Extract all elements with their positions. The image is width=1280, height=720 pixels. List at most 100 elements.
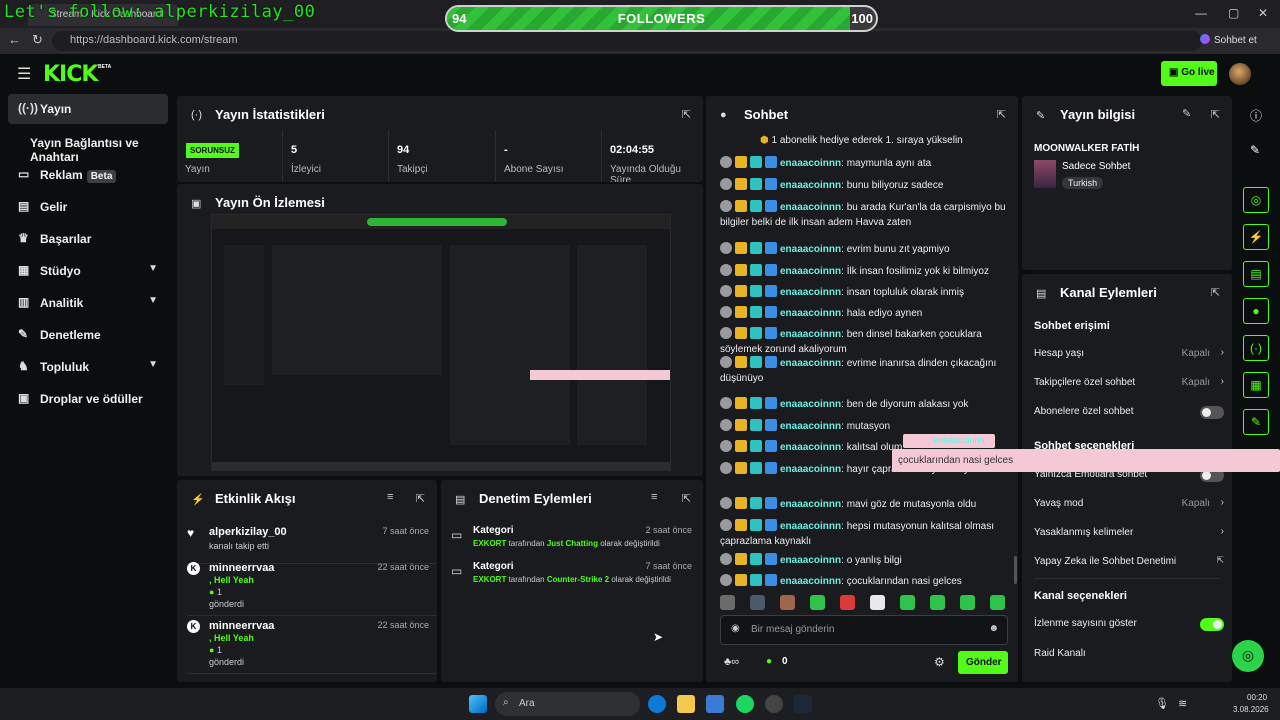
chat-username[interactable]: enaaacoinnn <box>780 421 841 432</box>
emote-icon[interactable] <box>780 595 795 610</box>
emote-icon[interactable] <box>960 595 975 610</box>
pinned-message[interactable]: ⬢ 1 abonelik hediye ederek 1. sıraya yük… <box>760 135 963 146</box>
url-field[interactable]: https://dashboard.kick.com/stream <box>52 31 1202 51</box>
chat-message[interactable]: enaaacoinnn: evrim bunu zıt yapmiyo <box>720 242 1010 257</box>
info-icon[interactable]: ⓘ <box>1250 107 1262 124</box>
sidebar-item-gelir[interactable]: ▤ Gelir <box>8 192 168 222</box>
rail-document-icon[interactable]: ▤ <box>1243 261 1269 287</box>
emote-icon[interactable] <box>810 595 825 610</box>
sidebar-item-stream-key[interactable]: Yayın Bağlantısı ve Anahtarı <box>8 128 168 164</box>
chat-scrollbar[interactable] <box>1014 556 1017 584</box>
chat-username[interactable]: enaaacoinnn <box>780 576 841 587</box>
subs-only-toggle[interactable] <box>1200 406 1224 419</box>
mic-icon[interactable]: 🎙 <box>1155 697 1169 710</box>
support-icon[interactable]: ◎ <box>1232 640 1264 672</box>
chat-username[interactable]: enaaacoinnn <box>780 499 841 510</box>
stream-preview-video[interactable] <box>211 214 671 471</box>
spotify-icon[interactable] <box>736 695 754 713</box>
feed-username[interactable]: minneerrvaa <box>209 620 274 632</box>
emote-icon[interactable] <box>930 595 945 610</box>
rail-chat-icon[interactable]: ● <box>1243 298 1269 324</box>
sidebar-item-studyo[interactable]: ▦ Stüdyo ▼ <box>8 256 168 286</box>
setting-account-age[interactable]: Hesap yaşı Kapalı › <box>1034 347 1224 359</box>
emote-icon[interactable] <box>750 595 765 610</box>
sidebar-item-yayin[interactable]: ((·)) Yayın <box>8 94 168 124</box>
emote-icon[interactable] <box>840 595 855 610</box>
maximize-icon[interactable]: ▢ <box>1228 6 1239 20</box>
windows-start-icon[interactable] <box>469 695 487 713</box>
setting-ai-moderation[interactable]: Yapay Zeka ile Sohbet Denetimi ⇱ <box>1034 555 1224 567</box>
emote-icon[interactable] <box>990 595 1005 610</box>
sidebar-item-topluluk[interactable]: ♞ Topluluk ▼ <box>8 352 168 382</box>
chat-username[interactable]: enaaacoinnn <box>780 555 841 566</box>
chat-username[interactable]: enaaacoinnn <box>780 358 841 369</box>
popout-icon[interactable]: ⇱ <box>997 108 1006 121</box>
chat-message[interactable]: enaaacoinnn: o yanlış bilgi <box>720 553 1010 568</box>
chat-message[interactable]: enaaacoinnn: İlk insan fosilimiz yok ki … <box>720 264 1010 279</box>
chat-username[interactable]: enaaacoinnn <box>780 266 841 277</box>
sidebar-item-basarilar[interactable]: ♛ Başarılar <box>8 224 168 254</box>
store-icon[interactable] <box>706 695 724 713</box>
rail-target-icon[interactable]: ◎ <box>1243 187 1269 213</box>
send-button[interactable]: Gönder <box>958 651 1008 674</box>
chat-username[interactable]: enaaacoinnn <box>780 158 841 169</box>
rail-channel-icon[interactable]: ▦ <box>1243 372 1269 398</box>
clock-time[interactable]: 00:20 <box>1247 693 1267 702</box>
chat-message[interactable]: enaaacoinnn: mutasyon <box>720 419 1010 434</box>
smiley-icon[interactable]: ☻ <box>988 623 999 634</box>
emote-icon[interactable] <box>870 595 885 610</box>
setting-slow-mode[interactable]: Yavaş mod Kapalı › <box>1034 497 1224 509</box>
chat-username[interactable]: enaaacoinnn <box>780 442 841 453</box>
emote-icon[interactable] <box>720 595 735 610</box>
minimize-icon[interactable]: — <box>1195 6 1207 20</box>
setting-banned-words[interactable]: Yasaklanmış kelimeler › <box>1034 526 1224 538</box>
popout-icon[interactable]: ⇱ <box>1211 108 1220 121</box>
chat-message[interactable]: enaaacoinnn: evrime inanırsa dinden çıka… <box>720 356 1010 386</box>
go-live-button[interactable]: ▣ Go live <box>1161 61 1217 86</box>
feed-username[interactable]: alperkizilay_00 <box>209 526 287 538</box>
popout-icon[interactable]: ⇱ <box>682 108 691 121</box>
sidebar-item-analitik[interactable]: ▥ Analitik ▼ <box>8 288 168 318</box>
emote-icon[interactable] <box>900 595 915 610</box>
taskbar-search[interactable]: ⌕ Ara <box>495 692 640 716</box>
chat-username[interactable]: enaaacoinnn <box>780 180 841 191</box>
rail-wrench-icon[interactable]: ✎ <box>1243 409 1269 435</box>
chat-username[interactable]: enaaacoinnn <box>780 399 841 410</box>
pencil-icon[interactable]: ✎ <box>1250 143 1260 157</box>
mod-target[interactable]: Just Chatting <box>547 539 598 548</box>
steam-icon[interactable] <box>794 695 812 713</box>
mod-actor[interactable]: EXKORT <box>473 539 506 548</box>
chat-message[interactable]: enaaacoinnn: mavi göz de mutasyonla oldu <box>720 497 1010 512</box>
show-viewers-toggle[interactable] <box>1200 618 1224 631</box>
chat-message[interactable]: enaaacoinnn: çocuklarından nasi gelces <box>720 574 1010 589</box>
emoji-icon[interactable]: ◉ <box>731 623 740 634</box>
chat-username[interactable]: enaaacoinnn <box>780 244 841 255</box>
chat-message[interactable]: enaaacoinnn: insan topluluk olarak inmiş <box>720 285 1010 300</box>
folder-icon[interactable] <box>677 695 695 713</box>
clock-date[interactable]: 3.08.2026 <box>1233 705 1269 714</box>
settings-gear-icon[interactable]: ⚙ <box>934 655 945 669</box>
sidebar-item-reklam[interactable]: ▭ Reklam Beta <box>8 160 168 190</box>
stream-category[interactable]: Sadece Sohbet <box>1062 161 1130 172</box>
chat-message[interactable]: enaaacoinnn: ben de diyorum alakası yok <box>720 397 1010 412</box>
setting-followers-only[interactable]: Takipçilere özel sohbet Kapalı › <box>1034 376 1224 388</box>
kick-logo[interactable]: KICK <box>43 62 98 87</box>
chat-message[interactable]: enaaacoinnn: ben dinsel bakarken çocukla… <box>720 327 1010 357</box>
chat-message[interactable]: enaaacoinnn: hepsi mutasyonun kalıtsal o… <box>720 519 1010 549</box>
chat-username[interactable]: enaaacoinnn <box>780 287 841 298</box>
edge-icon[interactable] <box>648 695 666 713</box>
filter-icon[interactable]: ≡ <box>651 491 657 503</box>
wifi-icon[interactable]: ≋ <box>1178 697 1187 710</box>
close-icon[interactable]: ✕ <box>1258 6 1268 20</box>
feed-username[interactable]: minneerrvaa <box>209 562 274 574</box>
rail-broadcast-icon[interactable]: (·) <box>1243 335 1269 361</box>
chat-username[interactable]: enaaacoinnn <box>780 308 841 319</box>
setting-raid-channel[interactable]: Raid Kanalı <box>1034 648 1224 659</box>
infinity-icon[interactable]: ♣∞ <box>724 656 739 668</box>
mod-target[interactable]: Counter-Strike 2 <box>547 575 609 584</box>
popout-icon[interactable]: ⇱ <box>1211 286 1220 299</box>
filter-icon[interactable]: ≡ <box>387 491 393 503</box>
chat-username[interactable]: enaaacoinnn <box>780 202 841 213</box>
rail-bolt-icon[interactable]: ⚡ <box>1243 224 1269 250</box>
back-icon[interactable]: ← <box>8 32 21 47</box>
